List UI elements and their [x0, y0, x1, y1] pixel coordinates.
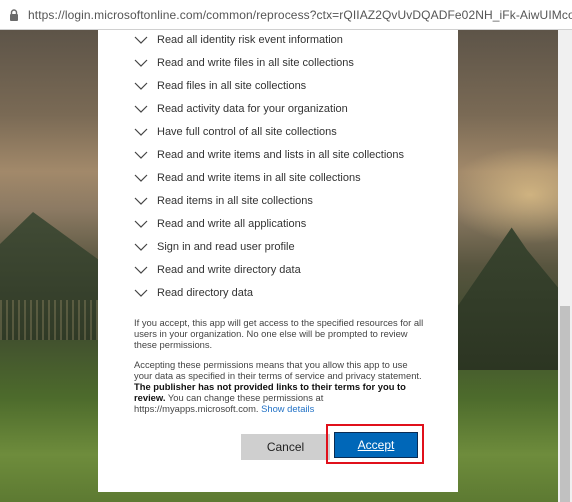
scrollbar[interactable] [558, 30, 572, 502]
permission-label: Have full control of all site collection… [157, 126, 337, 138]
chevron-down-icon [134, 174, 148, 182]
permission-label: Read all identity risk event information [157, 34, 343, 46]
scrollbar-thumb[interactable] [560, 306, 570, 502]
consent-dialog: Read all identity risk event information… [98, 30, 458, 492]
chevron-down-icon [134, 82, 148, 90]
chevron-down-icon [134, 105, 148, 113]
chevron-down-icon [134, 59, 148, 67]
permission-label: Read items in all site collections [157, 195, 313, 207]
consent-paragraph-org: If you accept, this app will get access … [134, 317, 424, 350]
chevron-down-icon [134, 243, 148, 251]
chevron-down-icon [134, 36, 148, 44]
show-details-link[interactable]: Show details [261, 403, 314, 414]
accept-button[interactable]: Accept [334, 432, 418, 458]
accept-highlight: Accept [326, 424, 424, 464]
chevron-down-icon [134, 197, 148, 205]
browser-address-bar[interactable]: https://login.microsoftonline.com/common… [0, 0, 572, 30]
permission-label: Read and write items and lists in all si… [157, 149, 405, 161]
permission-label: Sign in and read user profile [157, 241, 295, 253]
chevron-down-icon [134, 151, 148, 159]
cancel-button[interactable]: Cancel [241, 434, 330, 460]
url-text[interactable]: https://login.microsoftonline.com/common… [28, 8, 572, 22]
chevron-down-icon [134, 220, 148, 228]
permission-label: Read files in all site collections [157, 80, 307, 92]
chevron-down-icon [134, 128, 148, 136]
chevron-down-icon [134, 289, 148, 297]
permission-label: Read directory data [157, 287, 253, 299]
consent-paragraph-terms: Accepting these permissions means that y… [134, 359, 422, 414]
permission-label: Read activity data for your organization [157, 103, 348, 115]
permission-label: Read and write all applications [157, 218, 307, 230]
chevron-down-icon [134, 266, 148, 274]
permission-label: Read and write files in all site collect… [157, 57, 354, 69]
lock-icon [10, 9, 18, 21]
permission-label: Read and write items in all site collect… [157, 172, 361, 184]
permission-label: Read and write directory data [157, 264, 301, 276]
